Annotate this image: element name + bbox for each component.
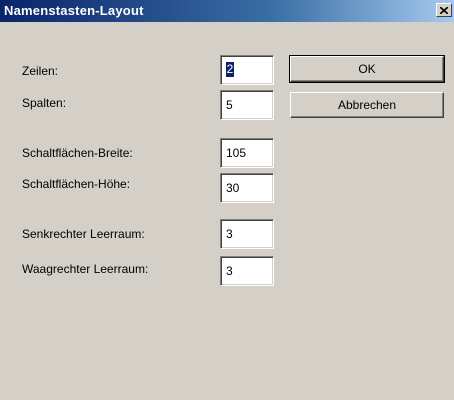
button-height-label: Schaltflächen-Höhe: (22, 177, 131, 191)
vertical-spacing-label: Senkrechter Leerraum: (22, 227, 145, 241)
vertical-spacing-input[interactable] (223, 222, 274, 246)
dialog-window: Namenstasten-Layout Zeilen: 2 Spalten: S… (0, 0, 454, 400)
window-title: Namenstasten-Layout (4, 3, 144, 18)
columns-field[interactable] (220, 90, 274, 120)
title-bar[interactable]: Namenstasten-Layout (0, 0, 454, 22)
button-height-input[interactable] (223, 176, 274, 200)
button-width-field[interactable] (220, 138, 274, 168)
rows-value-selected: 2 (226, 62, 234, 77)
close-button[interactable] (436, 3, 452, 17)
horizontal-spacing-field[interactable] (220, 256, 274, 286)
button-width-input[interactable] (223, 141, 274, 165)
columns-label: Spalten: (22, 96, 67, 110)
rows-field[interactable]: 2 (220, 55, 274, 85)
close-icon (440, 6, 448, 14)
cancel-button[interactable]: Abbrechen (290, 92, 444, 118)
vertical-spacing-field[interactable] (220, 219, 274, 249)
horizontal-spacing-label: Waagrechter Leerraum: (22, 262, 149, 276)
button-height-field[interactable] (220, 173, 274, 203)
rows-label: Zeilen: (22, 64, 59, 78)
button-width-label: Schaltflächen-Breite: (22, 146, 133, 160)
horizontal-spacing-input[interactable] (223, 259, 274, 283)
columns-input[interactable] (223, 93, 274, 117)
ok-button[interactable]: OK (289, 55, 445, 83)
